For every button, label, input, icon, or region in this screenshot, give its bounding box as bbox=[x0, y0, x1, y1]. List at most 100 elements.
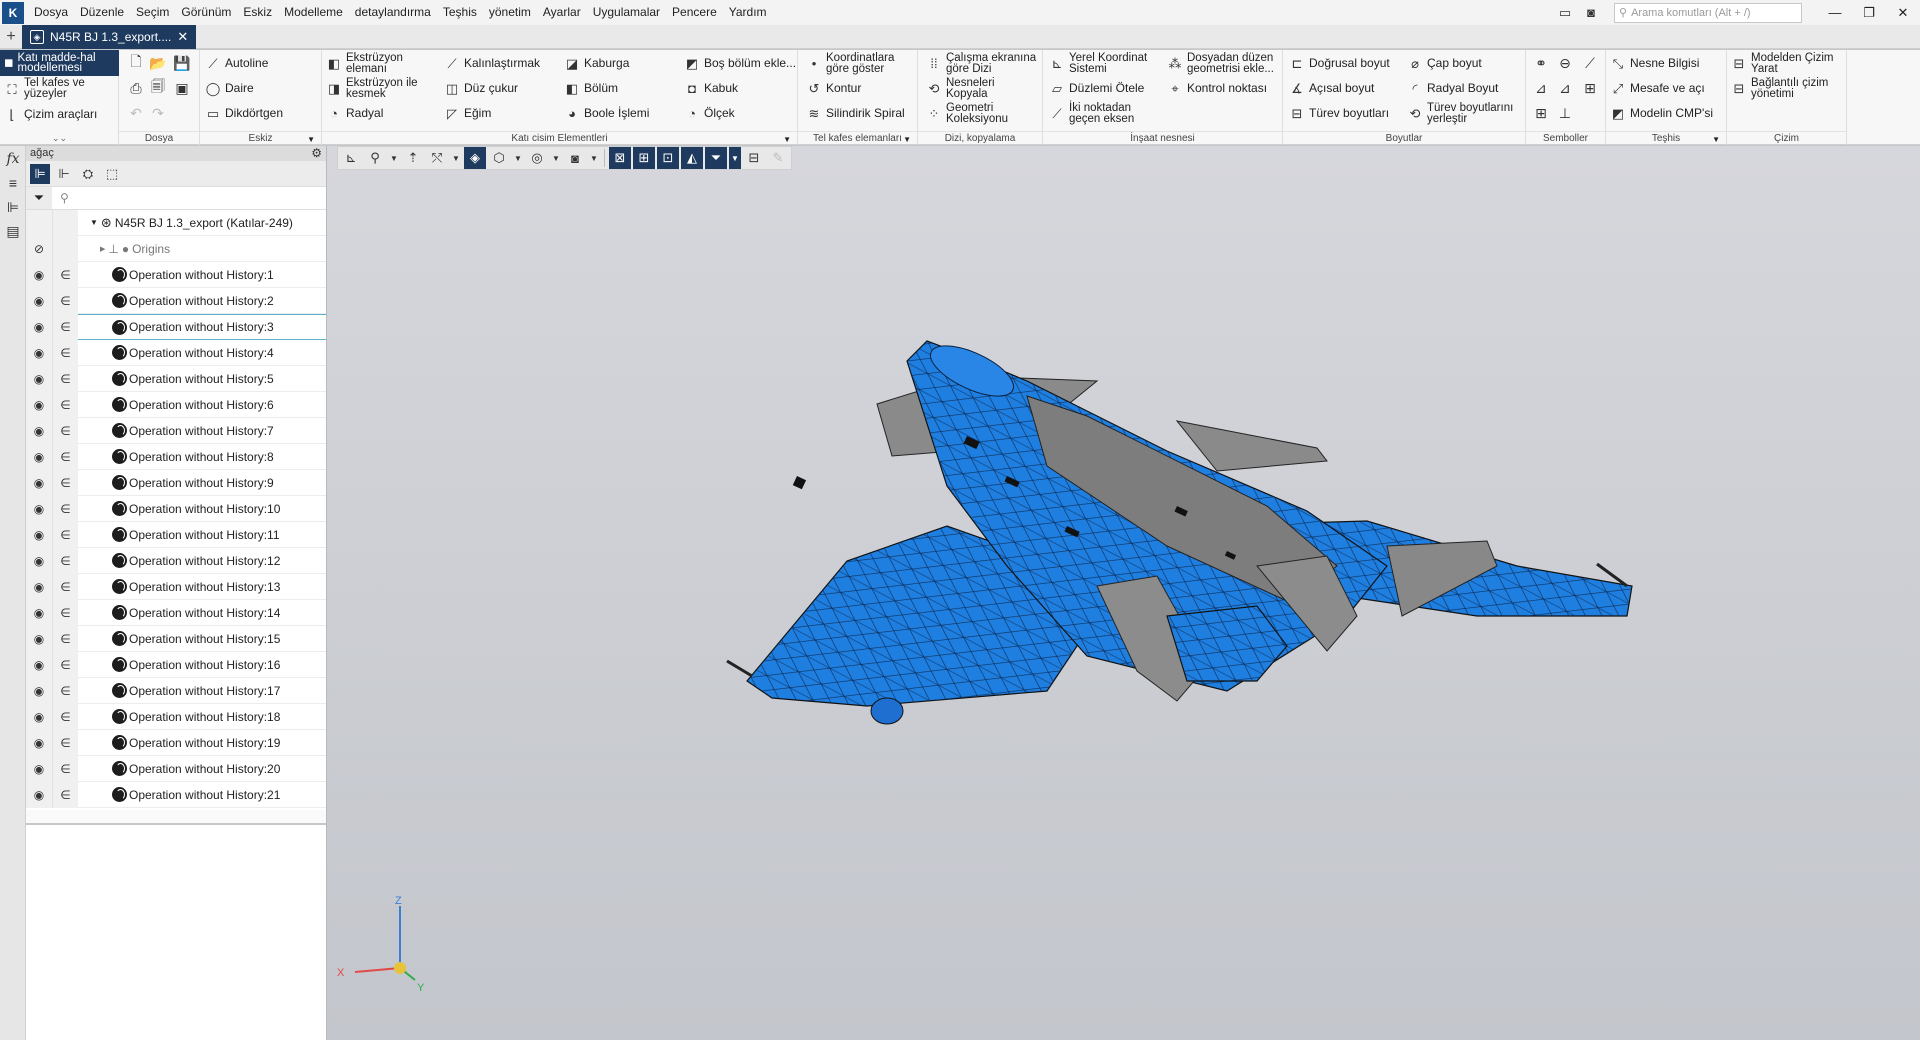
drawing-tools-mode-button[interactable]: ⌊ Çizim araçları bbox=[4, 106, 97, 122]
menu-item[interactable]: yönetim bbox=[483, 0, 537, 25]
menu-item[interactable]: Eskiz bbox=[237, 0, 278, 25]
tree-row[interactable]: ◉ ∈ Operation without History:5 bbox=[26, 365, 326, 392]
create-drawing-button[interactable]: ⊟ Modelden Çizim Yarat bbox=[1731, 53, 1834, 74]
element-icon[interactable]: ∈ bbox=[52, 651, 78, 678]
tree-row[interactable]: ◉ ∈ Operation without History:9 bbox=[26, 469, 326, 496]
filter-icon[interactable]: ⏷ bbox=[26, 187, 52, 209]
tree-origins-row[interactable]: ⊘ ▶ ⊥ ● Origins bbox=[26, 235, 326, 262]
element-icon[interactable]: ∈ bbox=[52, 677, 78, 704]
tree-row[interactable]: ◉ ∈ Operation without History:3 bbox=[26, 314, 326, 340]
expand-arrow-icon[interactable]: ▼ bbox=[90, 218, 98, 227]
menu-item[interactable]: Uygulamalar bbox=[587, 0, 666, 25]
element-icon[interactable]: ∈ bbox=[52, 314, 78, 340]
element-icon[interactable]: ∈ bbox=[52, 599, 78, 626]
solid-modeling-mode-button[interactable]: ◼ Katı madde-hal modellemesi bbox=[0, 50, 119, 76]
element-icon[interactable]: ∈ bbox=[52, 443, 78, 470]
element-icon[interactable]: ∈ bbox=[52, 521, 78, 548]
shell-button[interactable]: ◘ Kabuk bbox=[684, 80, 738, 96]
tree-row[interactable]: ◉ ∈ Operation without History:14 bbox=[26, 599, 326, 626]
visibility-eye-icon[interactable]: ◉ bbox=[26, 261, 52, 288]
circle-button[interactable]: ◯ Daire bbox=[205, 80, 254, 96]
tree-row[interactable]: ◉ ∈ Operation without History:8 bbox=[26, 443, 326, 470]
element-icon[interactable]: ∈ bbox=[52, 625, 78, 652]
visibility-eye-icon[interactable]: ◉ bbox=[26, 417, 52, 444]
properties-icon[interactable]: ▤ bbox=[4, 222, 22, 240]
save-icon[interactable]: 💾 bbox=[173, 54, 191, 72]
menu-item[interactable]: Yardım bbox=[723, 0, 773, 25]
element-icon[interactable]: ∈ bbox=[52, 469, 78, 496]
visibility-eye-icon[interactable]: ◉ bbox=[26, 781, 52, 808]
tree-row[interactable]: ◉ ∈ Operation without History:6 bbox=[26, 391, 326, 418]
symbol-weld-icon[interactable]: ⊿ bbox=[1556, 79, 1574, 97]
command-search-input[interactable]: ⚲ Arama komutları (Alt + /) bbox=[1614, 2, 1802, 23]
visibility-eye-icon[interactable]: ◉ bbox=[26, 651, 52, 678]
pocket-button[interactable]: ◫ Düz çukur bbox=[444, 80, 518, 96]
boolean-button[interactable]: ◕ Boole İşlemi bbox=[564, 105, 649, 121]
radial-dimension-button[interactable]: ◜ Radyal Boyut bbox=[1407, 80, 1498, 96]
symbol-center-icon[interactable]: ⊖ bbox=[1556, 54, 1574, 72]
symbol-datum-icon[interactable]: ⊞ bbox=[1581, 79, 1599, 97]
spiral-button[interactable]: ≋ Silindirik Spiral bbox=[806, 105, 905, 121]
symbol-base-icon[interactable]: ⊥ bbox=[1556, 104, 1574, 122]
copy-objects-button[interactable]: ⟲ Nesneleri Kopyala bbox=[926, 78, 995, 99]
gear-icon[interactable]: ⚙ bbox=[311, 146, 322, 161]
element-icon[interactable]: ∈ bbox=[52, 391, 78, 418]
local-coords-button[interactable]: ⊾ Yerel Koordinat Sistemi bbox=[1049, 53, 1148, 74]
symbol-roughness-icon[interactable]: ⊿ bbox=[1532, 79, 1550, 97]
element-icon[interactable]: ∈ bbox=[52, 781, 78, 808]
tree-icon[interactable]: ⊫ bbox=[4, 198, 22, 216]
element-icon[interactable]: ∈ bbox=[52, 755, 78, 782]
new-tab-button[interactable]: + bbox=[0, 25, 22, 49]
tree-row[interactable]: ◉ ∈ Operation without History:18 bbox=[26, 703, 326, 730]
wireframe-mode-button[interactable]: ⛶ Tel kafes ve yüzeyler bbox=[4, 77, 114, 100]
app-logo-icon[interactable]: K bbox=[2, 2, 24, 24]
tree-row[interactable]: ◉ ∈ Operation without History:1 bbox=[26, 261, 326, 288]
revolve-button[interactable]: ◔ Radyal bbox=[326, 105, 383, 121]
tree-row[interactable]: ◉ ∈ Operation without History:4 bbox=[26, 339, 326, 366]
preview-icon[interactable]: 🗐 bbox=[149, 78, 167, 97]
visibility-eye-icon[interactable]: ◉ bbox=[26, 469, 52, 496]
element-icon[interactable]: ∈ bbox=[52, 261, 78, 288]
tel-dropdown-icon[interactable]: ▼ bbox=[903, 135, 911, 144]
tree-row[interactable]: ◉ ∈ Operation without History:20 bbox=[26, 755, 326, 782]
menu-item[interactable]: Dosya bbox=[28, 0, 74, 25]
object-info-button[interactable]: ⤡ Nesne Bilgisi bbox=[1610, 55, 1700, 71]
mass-center-button[interactable]: ◩ Modelin CMP'si bbox=[1610, 105, 1713, 121]
tree-row[interactable]: ◉ ∈ Operation without History:17 bbox=[26, 677, 326, 704]
visibility-eye-icon[interactable]: ◉ bbox=[26, 599, 52, 626]
visibility-eye-icon[interactable]: ◉ bbox=[26, 314, 52, 340]
tree-row[interactable]: ◉ ∈ Operation without History:12 bbox=[26, 547, 326, 574]
extrude-button[interactable]: ◧ Ekstrüzyon elemanı bbox=[326, 53, 403, 74]
element-icon[interactable]: ∈ bbox=[52, 339, 78, 366]
diameter-dimension-button[interactable]: ⌀ Çap boyut bbox=[1407, 55, 1482, 71]
import-layout-button[interactable]: ⁂ Dosyadan düzen geometrisi ekle... bbox=[1167, 53, 1274, 74]
visibility-eye-icon[interactable]: ◉ bbox=[26, 287, 52, 314]
3d-viewport[interactable]: ⊾ ⚲ ▼ ⇡ ⤲ ▼ ◈ ⬡ ▼ ◎ ▼ ◙ ▼ ⊠ ⊞ ⊡ ◭ ⏷ ▼ ⊟ … bbox=[327, 146, 1920, 1040]
eskiz-dropdown-icon[interactable]: ▼ bbox=[307, 135, 315, 144]
visibility-eye-icon[interactable]: ◉ bbox=[26, 573, 52, 600]
visibility-eye-icon[interactable]: ◉ bbox=[26, 521, 52, 548]
visibility-eye-icon[interactable]: ◉ bbox=[26, 365, 52, 392]
show-by-coords-button[interactable]: • Koordinatlara göre göster bbox=[806, 53, 895, 74]
tree-row[interactable]: ◉ ∈ Operation without History:7 bbox=[26, 417, 326, 444]
teshis-dropdown-icon[interactable]: ▼ bbox=[1712, 135, 1720, 144]
autoline-button[interactable]: ⟋ Autoline bbox=[205, 55, 268, 71]
tree-row[interactable]: ◉ ∈ Operation without History:10 bbox=[26, 495, 326, 522]
element-icon[interactable]: ∈ bbox=[52, 573, 78, 600]
section-button[interactable]: ◧ Bölüm bbox=[564, 80, 618, 96]
tree-row[interactable]: ◉ ∈ Operation without History:19 bbox=[26, 729, 326, 756]
extrude-cut-button[interactable]: ◨ Ekstrüzyon ile kesmek bbox=[326, 78, 418, 99]
tree-view-icon[interactable]: ⊫ bbox=[30, 163, 50, 184]
symbol-link-icon[interactable]: ⚭ bbox=[1532, 54, 1550, 72]
kati-dropdown-icon[interactable]: ▼ bbox=[783, 135, 791, 144]
visibility-eye-icon[interactable]: ◉ bbox=[26, 547, 52, 574]
menu-item[interactable]: detaylandırma bbox=[349, 0, 437, 25]
angular-dimension-button[interactable]: ∡ Açısal boyut bbox=[1289, 80, 1374, 96]
close-window-button[interactable]: ✕ bbox=[1886, 0, 1920, 25]
draft-button[interactable]: ◸ Eğim bbox=[444, 105, 491, 121]
redo-icon[interactable]: ↷ bbox=[149, 104, 167, 122]
layout-icon[interactable]: ▭ bbox=[1552, 3, 1578, 23]
visibility-eye-icon[interactable]: ◉ bbox=[26, 339, 52, 366]
element-icon[interactable]: ∈ bbox=[52, 495, 78, 522]
parts-view-icon[interactable]: ⛭ bbox=[78, 164, 98, 184]
